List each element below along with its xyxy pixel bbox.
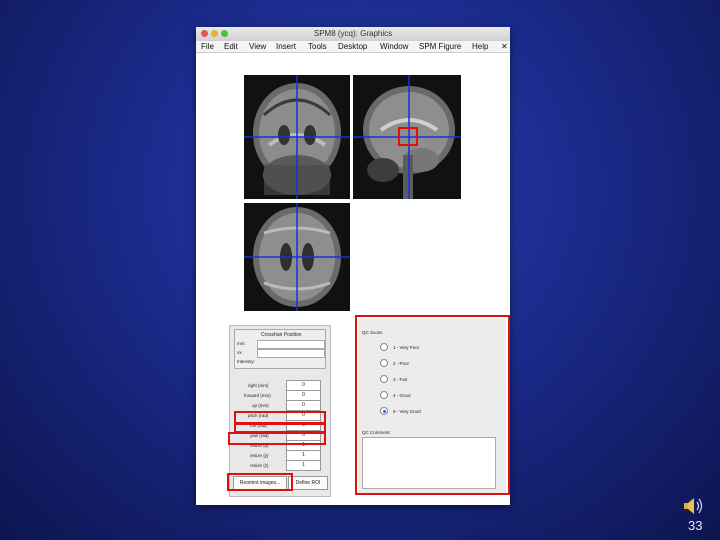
menu-insert[interactable]: Insert bbox=[276, 41, 296, 52]
window-title: SPM8 (ycq): Graphics bbox=[313, 29, 393, 38]
menu-help[interactable]: Help bbox=[472, 41, 488, 52]
param-label: resize {y} bbox=[250, 453, 269, 458]
vx-label: vx: bbox=[237, 350, 243, 355]
spm-graphics-window: SPM8 (ycq): Graphics File Edit View Inse… bbox=[196, 27, 510, 505]
param-label: resize {z} bbox=[250, 463, 269, 468]
intensity-label: Intensity: bbox=[237, 359, 256, 364]
title-bar: SPM8 (ycq): Graphics bbox=[196, 27, 510, 41]
crosshair-position-header: Crosshair Position bbox=[261, 332, 302, 338]
param-label: up {mm} bbox=[252, 403, 269, 408]
param-label: right {mm} bbox=[248, 383, 269, 388]
coronal-view[interactable] bbox=[244, 75, 350, 199]
close-window-button[interactable] bbox=[201, 30, 208, 37]
menu-tools[interactable]: Tools bbox=[308, 41, 327, 52]
menu-bar: File Edit View Insert Tools Desktop Wind… bbox=[196, 41, 510, 53]
mm-label: mm: bbox=[237, 341, 246, 346]
close-figure-icon[interactable]: ✕ bbox=[501, 41, 508, 52]
yaw-highlight-box bbox=[228, 432, 326, 445]
param-label: forward {mm} bbox=[244, 393, 271, 398]
menu-desktop[interactable]: Desktop bbox=[338, 41, 367, 52]
zoom-window-button[interactable] bbox=[221, 30, 228, 37]
menu-edit[interactable]: Edit bbox=[224, 41, 238, 52]
reorient-button-highlight-box bbox=[227, 473, 293, 491]
param-resize-z-field[interactable]: 1 bbox=[286, 460, 321, 471]
define-roi-button[interactable]: Define ROI bbox=[288, 476, 328, 490]
crosshair-position-box: Crosshair Position mm: vx: Intensity: bbox=[234, 329, 326, 369]
speaker-icon[interactable] bbox=[682, 496, 704, 516]
roi-highlight-box bbox=[398, 127, 418, 146]
menu-spm-figure[interactable]: SPM Figure bbox=[419, 41, 461, 52]
axial-view[interactable] bbox=[244, 203, 350, 311]
menu-view[interactable]: View bbox=[249, 41, 266, 52]
slide-number: 33 bbox=[688, 518, 703, 533]
menu-window[interactable]: Window bbox=[380, 41, 408, 52]
mm-field[interactable] bbox=[257, 340, 325, 349]
qc-panel-highlight-box bbox=[355, 315, 510, 495]
vx-field[interactable] bbox=[257, 349, 325, 358]
menu-file[interactable]: File bbox=[201, 41, 214, 52]
minimize-window-button[interactable] bbox=[211, 30, 218, 37]
